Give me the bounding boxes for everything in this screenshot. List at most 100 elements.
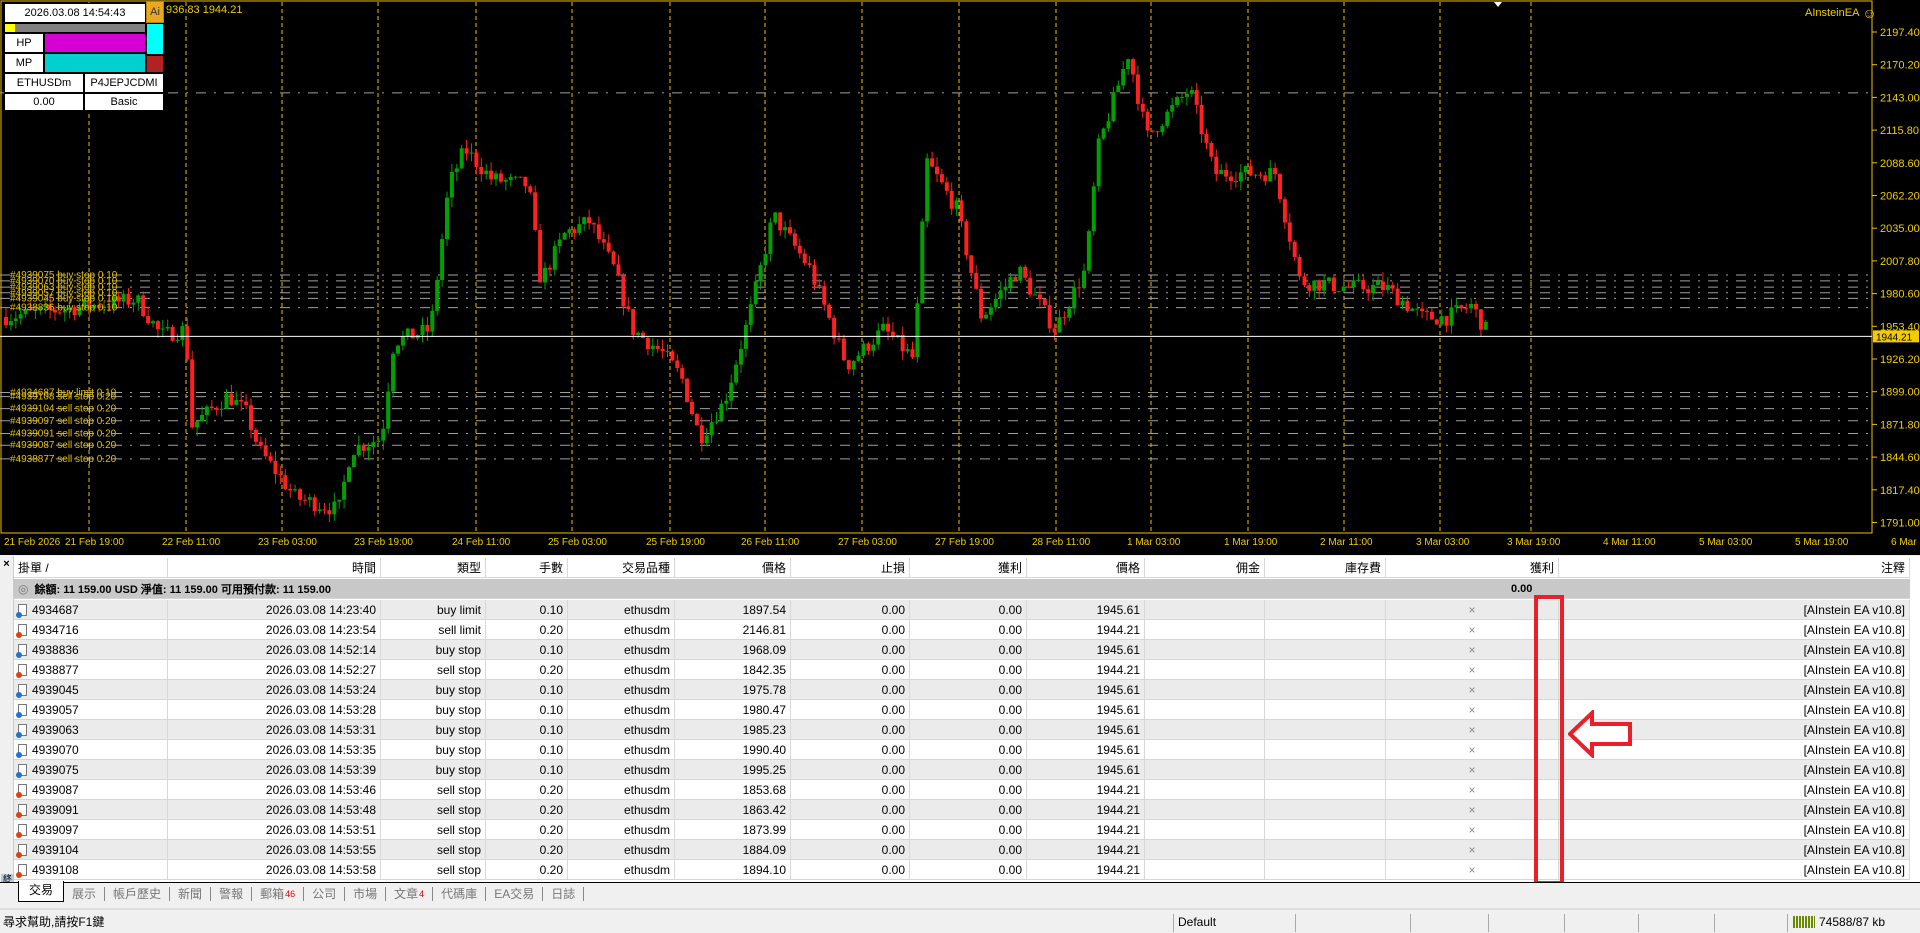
column-header[interactable]: 獲利 [910,558,1027,577]
candle-body [979,288,984,319]
terminal-sidebar: × 終端 [0,556,14,896]
candle-body [719,403,724,422]
tab-3[interactable]: 新聞 [170,886,212,901]
chart-shift-marker-icon [1494,2,1502,7]
tab-2[interactable]: 帳戶歷史 [105,886,171,901]
tab-4[interactable]: 警報 [211,886,253,901]
tab-badge: 4 [419,888,425,899]
column-header[interactable]: 注釋 [1559,558,1910,577]
cell-3: 0.20 [486,620,568,639]
cell-8: 1945.61 [1027,720,1145,739]
tab-10[interactable]: EA交易 [486,886,544,901]
order-row[interactable]: 4939091 2026.03.08 14:53:48 sell stop 0.20 e… [14,800,1910,820]
tab-6[interactable]: 公司 [304,886,346,901]
candle-body [915,303,920,358]
tab-7[interactable]: 市場 [345,886,387,901]
cell-7: 0.00 [910,800,1027,819]
column-header[interactable]: 價格 [1027,558,1145,577]
candle-body [224,393,229,409]
time-label: 1 Mar 03:00 [1127,537,1181,548]
candle-body [1086,231,1091,271]
order-row[interactable]: 4938877 2026.03.08 14:52:27 sell stop 0.20 e… [14,660,1910,680]
column-header[interactable]: 時間 [168,558,381,577]
order-row[interactable]: 4939097 2026.03.08 14:53:51 sell stop 0.20 e… [14,820,1910,840]
column-header[interactable]: 價格 [675,558,791,577]
cell-2: sell stop [381,860,486,879]
column-header[interactable]: 庫存費 [1265,558,1386,577]
candle-body [768,222,773,254]
candle-body [160,328,165,330]
candle-body [459,148,464,169]
order-row[interactable]: 4938836 2026.03.08 14:52:14 buy stop 0.10 et… [14,640,1910,660]
candle-body [327,510,332,515]
candle-body [449,171,454,198]
candle-body [1302,276,1307,286]
column-header[interactable]: 類型 [381,558,486,577]
candle-body [582,217,587,225]
order-row[interactable]: 4939087 2026.03.08 14:53:46 sell stop 0.20 e… [14,780,1910,800]
tab-9[interactable]: 代碼庫 [433,886,487,901]
candle-body [930,158,935,167]
hp-bar [44,33,146,53]
buy-order-icon [16,703,27,718]
column-header[interactable]: 獲利 [1386,558,1559,577]
candle-body [861,343,866,356]
candle-body [1278,174,1282,200]
candle-body [1175,97,1180,106]
order-row[interactable]: 4939104 2026.03.08 14:53:55 sell stop 0.20 e… [14,840,1910,860]
column-header[interactable]: 止損 [791,558,910,577]
tab-0[interactable]: 交易 [18,881,65,902]
annotation-box [1534,595,1564,885]
column-header[interactable]: 手數 [486,558,568,577]
order-row[interactable]: 4939075 2026.03.08 14:53:39 buy stop 0.10 et… [14,760,1910,780]
tab-11[interactable]: 日誌 [543,886,585,901]
candle-body [283,475,288,489]
ticket-number: 4938836 [32,642,79,657]
candle-body [141,295,146,317]
ai-button[interactable]: Ai [146,1,164,23]
tab-8[interactable]: 文章 4 [386,886,434,901]
cell-0: 4939108 [14,860,168,879]
terminal-tabs: 交易 展示 帳戶歷史 新聞 警報 郵箱 46 公司 市場 文章 4 代碼庫 EA交易 日誌 [0,881,1920,904]
close-icon[interactable]: × [0,558,13,570]
mp-bar [44,53,146,73]
table-header[interactable]: 掛單 / 時間 類型 手數 交易品種 價格 止損 獲利 價格 佣金 庫存費 獲利 注釋 [14,558,1910,578]
tab-1[interactable]: 展示 [64,886,106,901]
tab-5[interactable]: 郵箱 46 [252,886,305,901]
price-label: 1871.80 [1880,419,1920,431]
column-header[interactable]: 佣金 [1145,558,1265,577]
price-chart[interactable]: 21 Feb 2026 21 Feb 19:00 22 Feb 11:00 23 Fe… [0,0,1920,555]
cell-7: 0.00 [910,760,1027,779]
chart-canvas[interactable]: 21 Feb 2026 21 Feb 19:00 22 Feb 11:00 23 Fe… [0,0,1920,555]
time-label: 27 Feb 19:00 [935,537,994,548]
candle-body [249,405,253,430]
cell-10 [1265,680,1386,699]
tab-label: 展示 [72,886,97,901]
candle-body [680,368,685,379]
column-header[interactable]: 交易品種 [568,558,675,577]
cell-5: 1884.09 [675,840,791,859]
cell-0: 4934716 [14,620,168,639]
help-text: 尋求幫助,請按F1鍵 [3,915,105,929]
order-row[interactable]: 4934716 2026.03.08 14:23:54 sell limit 0.20… [14,620,1910,640]
cell-9 [1145,800,1265,819]
candle-body [131,302,136,305]
cell-5: 1863.42 [675,800,791,819]
candle-body [312,497,317,511]
candle-body [827,304,832,318]
candle-body [155,321,160,330]
order-row[interactable]: 4934687 2026.03.08 14:23:40 buy limit 0.10 e… [14,600,1910,620]
column-header[interactable]: 掛單 / [14,558,168,577]
cell-0: 4939057 [14,700,168,719]
candle-body [1454,305,1459,308]
order-row[interactable]: 4939108 2026.03.08 14:53:58 sell stop 0.20 e… [14,860,1910,880]
cell-0: 4939070 [14,740,168,759]
price-label: 2062.20 [1880,191,1920,203]
order-row[interactable]: 4939045 2026.03.08 14:53:24 buy stop 0.10 et… [14,680,1910,700]
candle-body [641,332,645,338]
buy-order-icon [16,643,27,658]
price-label: 1817.40 [1880,485,1920,497]
candle-body [302,499,307,501]
candle-body [596,224,601,240]
cell-5: 1968.09 [675,640,791,659]
